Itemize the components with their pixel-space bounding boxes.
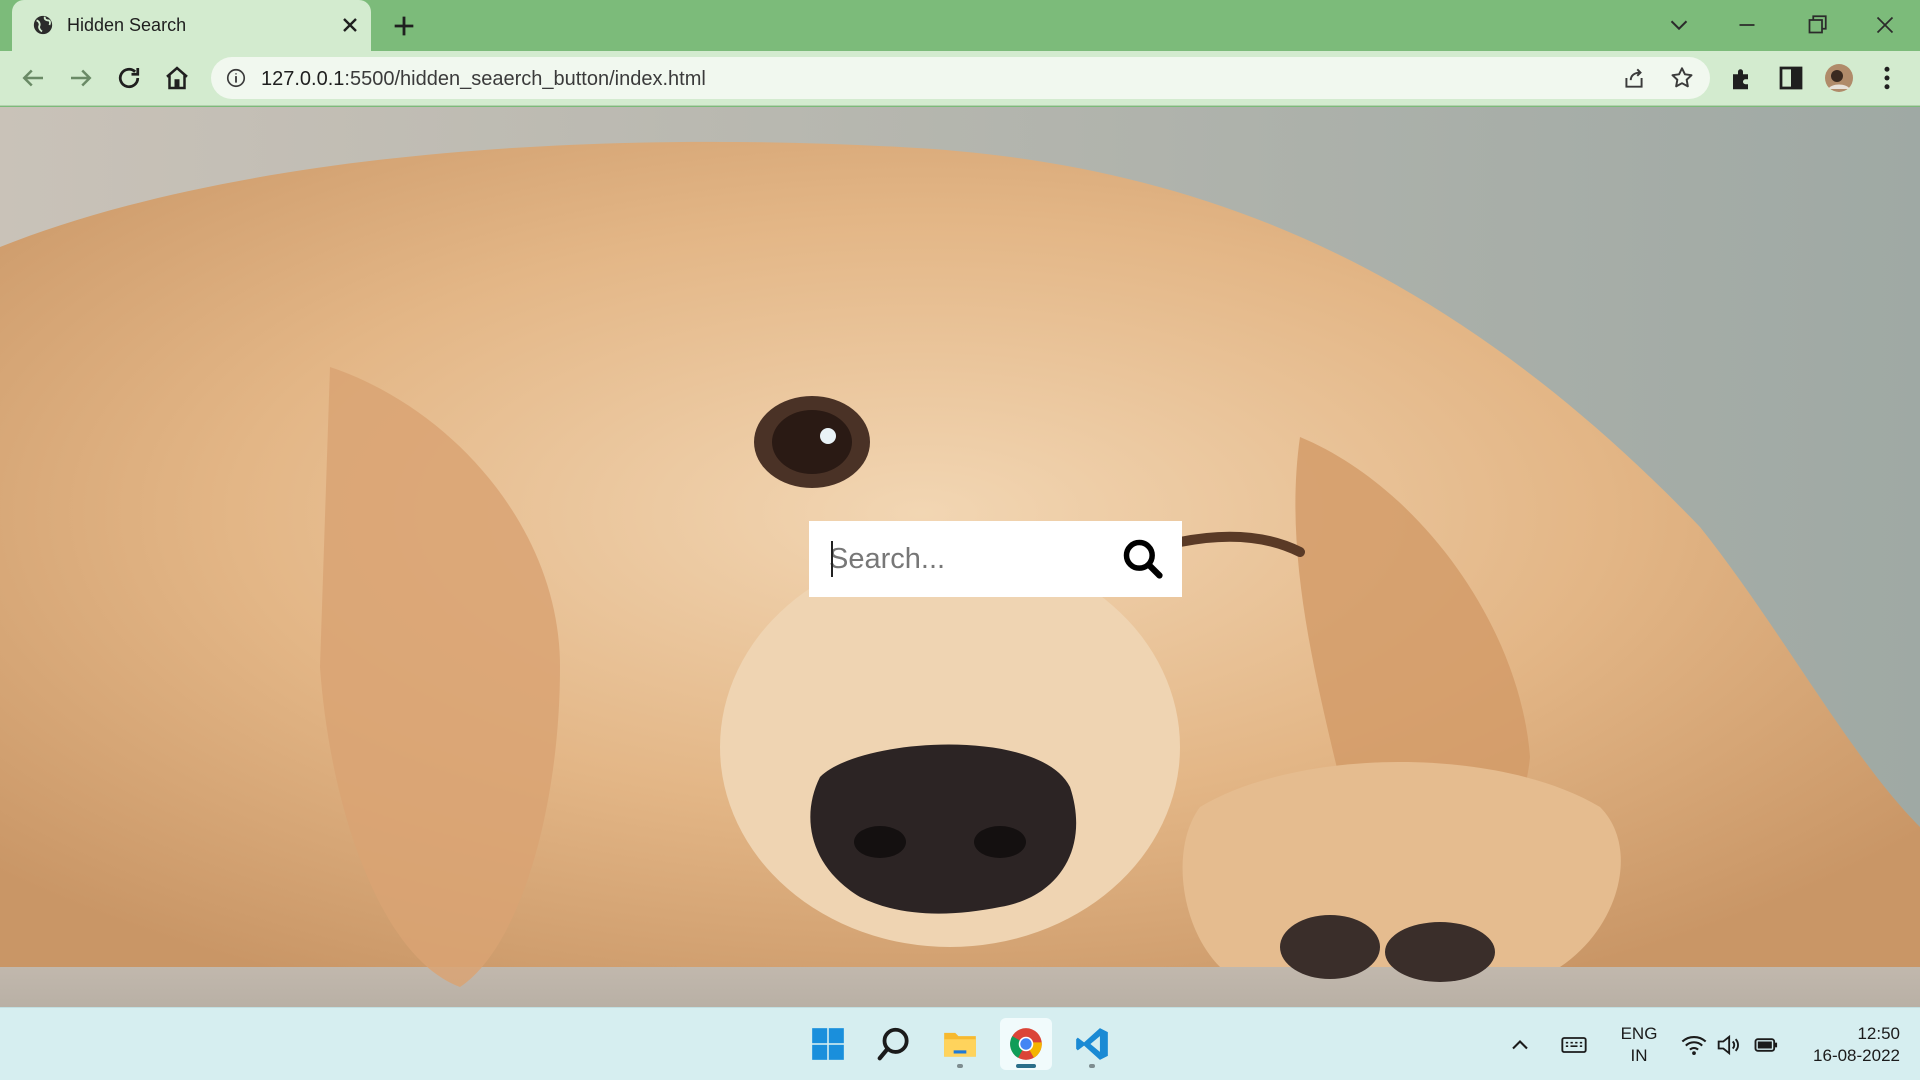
close-window-icon[interactable] [1870, 10, 1900, 40]
running-indicator [957, 1064, 963, 1068]
new-tab-icon[interactable] [390, 12, 418, 40]
forward-icon[interactable] [66, 63, 96, 93]
chrome-icon [1010, 1028, 1042, 1060]
browser-tab[interactable]: Hidden Search [12, 0, 371, 51]
menu-kebab-icon[interactable] [1872, 63, 1902, 93]
input-language-indicator[interactable]: ENG IN [1616, 1023, 1662, 1067]
text-caret [831, 541, 833, 577]
site-info-icon[interactable] [225, 67, 247, 89]
minimize-icon[interactable] [1732, 10, 1762, 40]
vscode-taskbar-button[interactable] [1066, 1018, 1118, 1070]
page-viewport [0, 107, 1920, 1007]
address-bar[interactable]: 127.0.0.1:5500/hidden_seaerch_button/ind… [211, 57, 1710, 99]
clock-date: 16-08-2022 [1813, 1046, 1900, 1065]
url-host: 127.0.0.1 [261, 68, 345, 90]
windows-logo-icon [812, 1028, 844, 1060]
url-path: :5500/hidden_seaerch_button/index.html [344, 68, 706, 90]
search-icon[interactable] [1121, 537, 1165, 581]
file-explorer-button[interactable] [934, 1018, 986, 1070]
active-indicator [1016, 1064, 1036, 1068]
chrome-taskbar-button[interactable] [1000, 1018, 1052, 1070]
close-tab-icon[interactable] [338, 13, 362, 37]
volume-icon[interactable] [1714, 1031, 1742, 1059]
taskbar-search-icon [877, 1027, 909, 1061]
search-box [809, 521, 1182, 597]
language-code: ENG [1620, 1024, 1658, 1043]
restore-icon[interactable] [1802, 10, 1832, 40]
profile-avatar[interactable] [1824, 63, 1854, 93]
home-icon[interactable] [162, 63, 192, 93]
battery-icon[interactable] [1752, 1031, 1780, 1059]
vscode-icon [1076, 1028, 1108, 1060]
folder-icon [944, 1032, 976, 1057]
side-panel-icon[interactable] [1776, 63, 1806, 93]
share-icon[interactable] [1621, 65, 1647, 91]
search-input[interactable] [829, 533, 1109, 585]
extensions-puzzle-icon[interactable] [1728, 63, 1758, 93]
url-text[interactable]: 127.0.0.1:5500/hidden_seaerch_button/ind… [261, 68, 706, 91]
clock-time: 12:50 [1857, 1024, 1900, 1043]
keyboard-icon[interactable] [1560, 1031, 1588, 1059]
language-region: IN [1630, 1046, 1648, 1065]
tab-title: Hidden Search [67, 15, 187, 35]
reload-icon[interactable] [114, 63, 144, 93]
tab-search-chevron-icon[interactable] [1664, 10, 1694, 40]
taskbar: ENG IN 12:50 16-08-2022 [0, 1007, 1920, 1080]
tab-strip: Hidden Search [0, 0, 1920, 51]
windows-start-button[interactable] [802, 1018, 854, 1070]
browser-toolbar: 127.0.0.1:5500/hidden_seaerch_button/ind… [0, 51, 1920, 106]
bookmark-star-icon[interactable] [1669, 65, 1695, 91]
back-icon[interactable] [18, 63, 48, 93]
system-clock[interactable]: 12:50 16-08-2022 [1790, 1023, 1900, 1067]
taskbar-search-button[interactable] [868, 1018, 920, 1070]
globe-icon [33, 15, 53, 35]
running-indicator [1089, 1064, 1095, 1068]
show-hidden-icons-chevron-icon[interactable] [1506, 1031, 1534, 1059]
wifi-icon[interactable] [1680, 1031, 1708, 1059]
